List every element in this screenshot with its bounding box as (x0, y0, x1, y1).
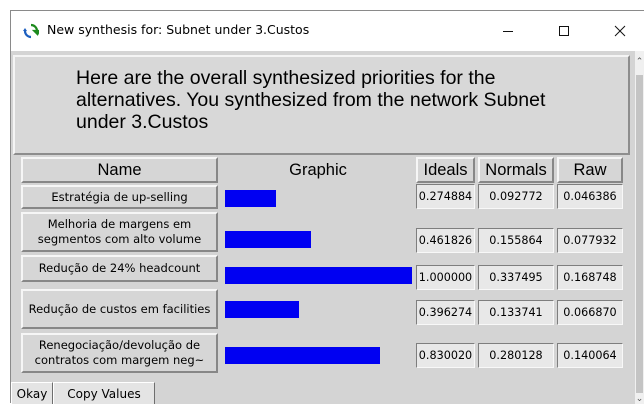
close-icon (614, 25, 626, 37)
priority-bar (225, 267, 412, 284)
normal-value: 0.092772 (478, 184, 554, 209)
row-name: Renegociação/devolução de contratos com … (21, 333, 218, 373)
ideals-column-header: Ideals (416, 157, 475, 183)
normal-value: 0.155864 (478, 228, 554, 253)
priority-bar (225, 301, 299, 318)
maximize-icon (559, 26, 569, 36)
raw-value: 0.140064 (557, 343, 623, 368)
ideal-value: 1.000000 (416, 265, 475, 290)
scroll-up-icon[interactable]: ⌃ (635, 57, 644, 67)
ideal-value: 0.830020 (416, 343, 475, 368)
normal-value: 0.133741 (478, 300, 554, 325)
priority-bar (225, 231, 311, 248)
row-name: Redução de 24% headcount (21, 255, 218, 282)
header-panel: Here are the overall synthesized priorit… (13, 55, 630, 155)
row-name: Estratégia de up-selling (21, 185, 218, 209)
vertical-scrollbar[interactable]: ⌃ ⌄ (635, 51, 644, 404)
raw-column-header: Raw (557, 157, 623, 183)
minimize-icon (503, 31, 513, 32)
raw-value: 0.066870 (557, 300, 623, 325)
normal-value: 0.337495 (478, 265, 554, 290)
close-button[interactable] (597, 11, 643, 51)
priority-bar (225, 347, 380, 364)
raw-value: 0.046386 (557, 184, 623, 209)
content-area: Here are the overall synthesized priorit… (11, 51, 635, 404)
priority-bar (225, 190, 276, 207)
sync-arrows-icon (23, 23, 39, 39)
title-bar[interactable]: New synthesis for: Subnet under 3.Custos (11, 11, 644, 51)
row-name: Redução de custos em facilities (21, 289, 218, 329)
ideal-value: 0.274884 (416, 184, 475, 209)
copy-values-button[interactable]: Copy Values (53, 382, 155, 404)
maximize-button[interactable] (541, 11, 587, 51)
raw-value: 0.077932 (557, 228, 623, 253)
header-message: Here are the overall synthesized priorit… (76, 67, 546, 133)
synthesis-window: New synthesis for: Subnet under 3.Custos… (10, 10, 644, 404)
name-column-header: Name (21, 157, 218, 183)
normal-value: 0.280128 (478, 343, 554, 368)
scroll-thumb[interactable] (636, 75, 643, 393)
graphic-column-header: Graphic (289, 160, 347, 179)
minimize-button[interactable] (485, 11, 531, 51)
ideal-value: 0.461826 (416, 228, 475, 253)
row-name: Melhoria de margens em segmentos com alt… (21, 212, 218, 252)
normals-column-header: Normals (478, 157, 554, 183)
window-title: New synthesis for: Subnet under 3.Custos (47, 22, 310, 37)
ideal-value: 0.396274 (416, 300, 475, 325)
okay-button[interactable]: Okay (11, 382, 53, 404)
raw-value: 0.168748 (557, 265, 623, 290)
